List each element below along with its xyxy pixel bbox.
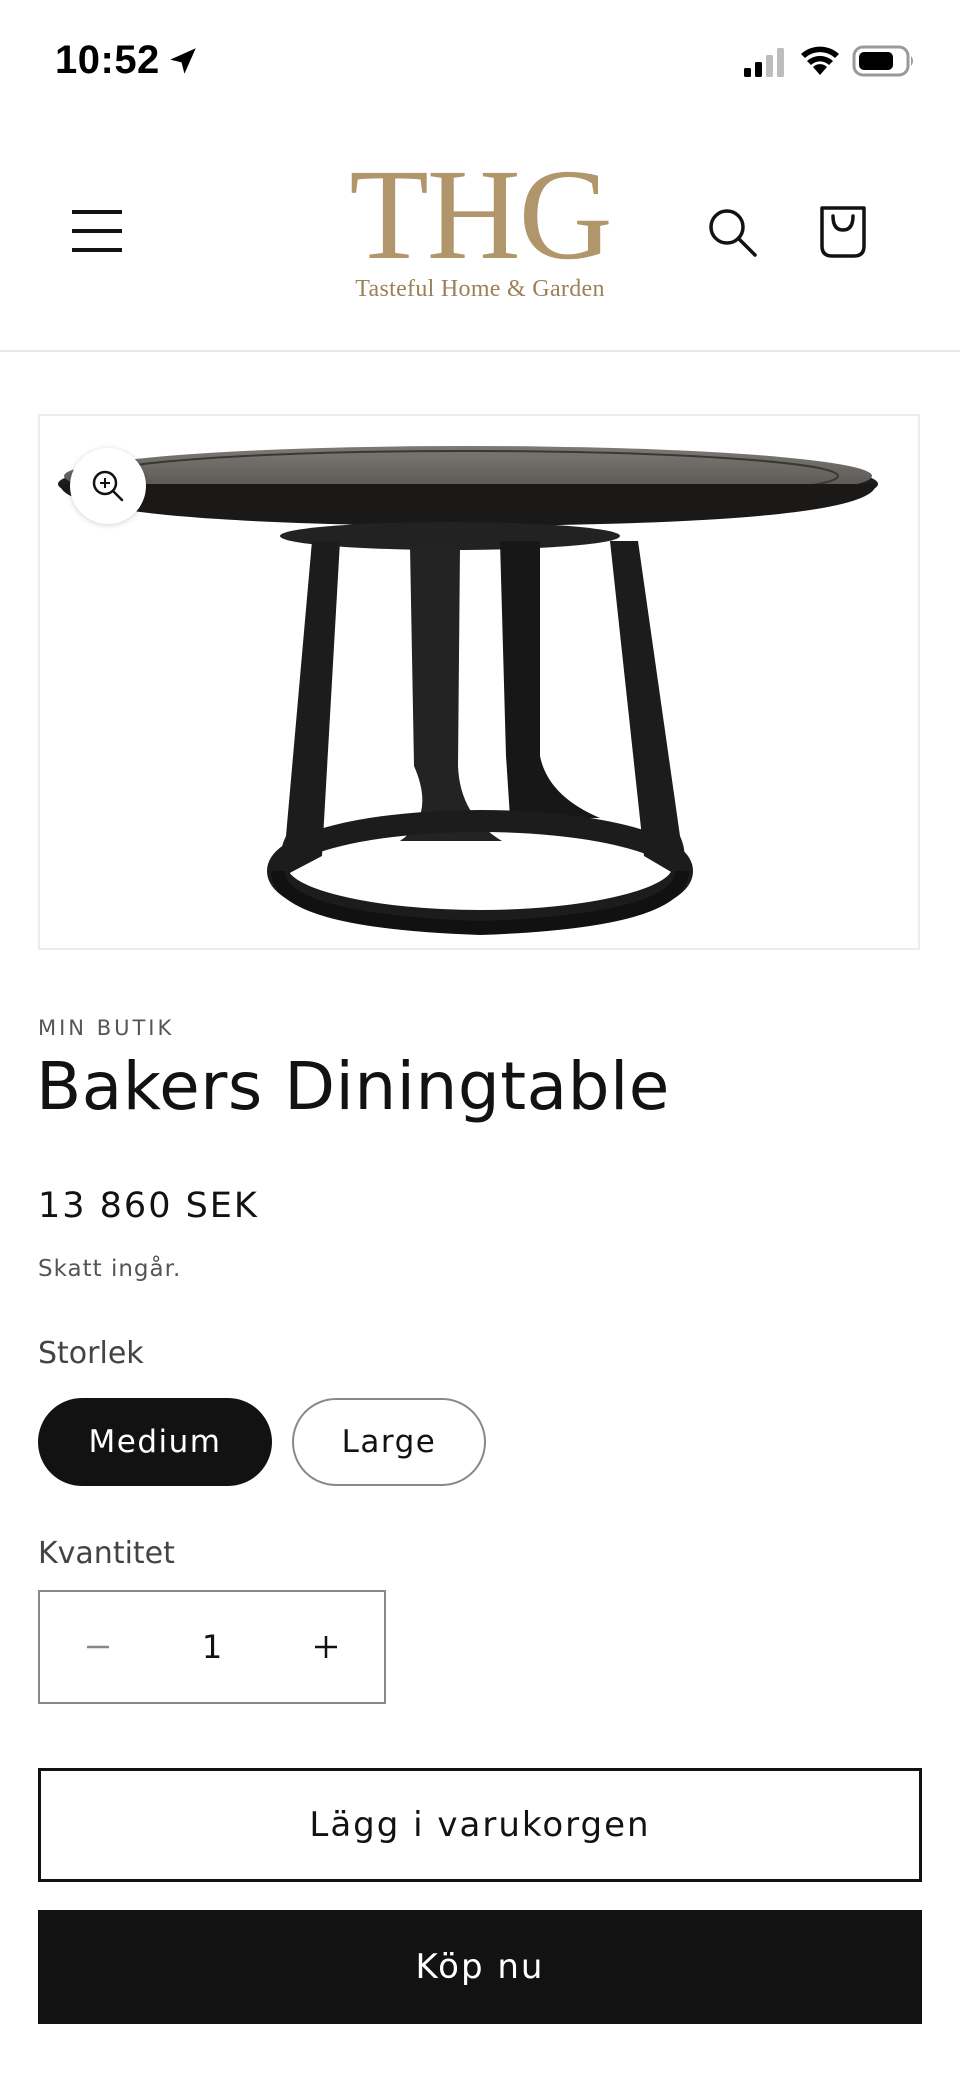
product-title: Bakers Diningtable — [36, 1048, 670, 1125]
tax-note: Skatt ingår. — [38, 1256, 182, 1282]
size-option-medium[interactable]: Medium — [38, 1398, 272, 1486]
cart-icon[interactable] — [816, 204, 870, 260]
quantity-label: Kvantitet — [38, 1536, 175, 1571]
wifi-icon — [801, 46, 839, 75]
menu-icon[interactable] — [70, 206, 124, 256]
status-time: 10:52 — [55, 38, 160, 82]
size-label: Storlek — [38, 1336, 144, 1371]
battery-icon — [852, 45, 913, 77]
quantity-stepper: 1 — [38, 1590, 386, 1704]
search-icon[interactable] — [706, 206, 758, 258]
status-bar: 10:52 — [0, 0, 960, 110]
product-media[interactable] — [38, 414, 920, 950]
cellular-signal-icon — [744, 48, 784, 77]
zoom-button[interactable] — [70, 448, 146, 524]
product-price: 13 860 SEK — [38, 1186, 259, 1226]
site-header: THG Tasteful Home & Garden — [0, 110, 960, 352]
quantity-increase-button[interactable] — [268, 1592, 384, 1702]
location-arrow-icon — [170, 48, 196, 74]
buy-now-button[interactable]: Köp nu — [38, 1910, 922, 2024]
size-option-large[interactable]: Large — [292, 1398, 486, 1486]
zoom-in-icon — [92, 470, 124, 502]
store-logo[interactable]: THG Tasteful Home & Garden — [300, 150, 660, 320]
product-image-dining-table[interactable] — [40, 416, 918, 948]
add-to-cart-button[interactable]: Lägg i varukorgen — [38, 1768, 922, 1882]
minus-icon — [87, 1645, 109, 1649]
product-vendor: MIN BUTIK — [38, 1016, 175, 1040]
plus-icon — [315, 1636, 337, 1658]
quantity-decrease-button[interactable] — [40, 1592, 156, 1702]
quantity-input[interactable]: 1 — [156, 1592, 268, 1702]
logo-mark: THG — [349, 143, 612, 287]
